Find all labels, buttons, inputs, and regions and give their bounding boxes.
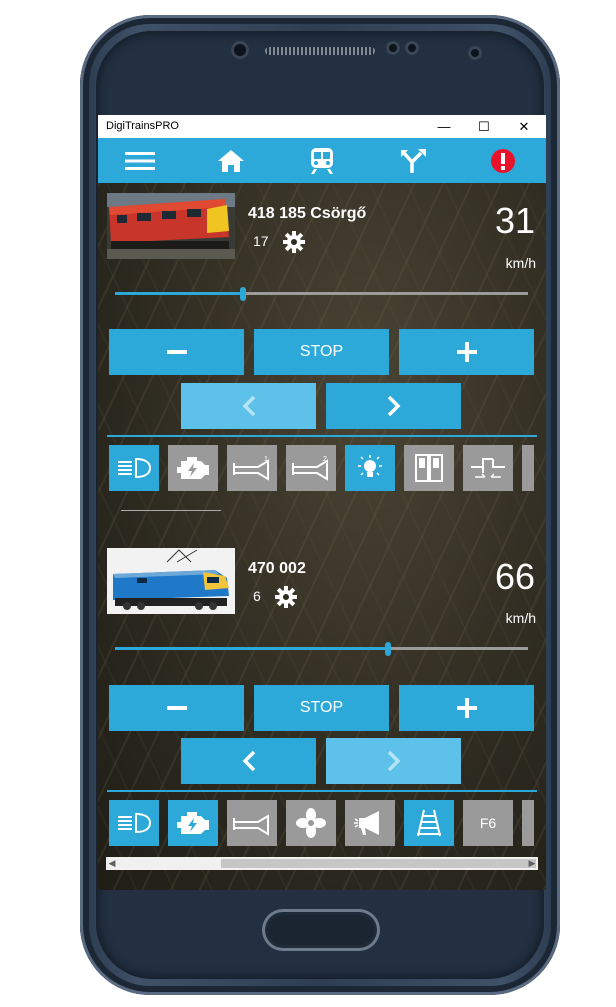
horn-icon[interactable] — [227, 800, 277, 846]
train-icon[interactable] — [304, 144, 340, 178]
horizontal-scrollbar[interactable]: ◀ ▶ — [106, 857, 538, 870]
earpiece — [265, 47, 375, 55]
home-icon[interactable] — [213, 144, 249, 178]
speed-value: 66 — [494, 556, 535, 597]
minimize-button[interactable]: — — [426, 115, 462, 138]
engine-icon[interactable] — [168, 800, 218, 846]
settings-gear-icon[interactable] — [275, 586, 297, 608]
stop-button[interactable]: STOP — [254, 685, 389, 731]
direction-reverse-button[interactable] — [181, 738, 316, 784]
increase-speed-button[interactable] — [399, 685, 534, 731]
speed-slider-thumb[interactable] — [240, 287, 247, 301]
speed-value: 31 — [494, 200, 535, 241]
menu-icon[interactable] — [122, 144, 158, 178]
headlight-icon[interactable] — [109, 800, 159, 846]
loco-address: 6 — [253, 588, 261, 604]
window-titlebar: DigiTrainsPRO — ☐ ✕ — [98, 115, 546, 138]
app-toolbar — [98, 138, 546, 183]
section-divider — [107, 790, 537, 792]
loco-photo[interactable] — [107, 193, 235, 259]
decrease-speed-button[interactable] — [109, 685, 244, 731]
speed-unit: km/h — [505, 255, 536, 271]
loco-name: 418 185 Csörgő — [248, 205, 367, 222]
function-button-partial[interactable] — [522, 800, 534, 846]
speed-unit: km/h — [505, 610, 536, 626]
sensor-icon — [386, 41, 400, 55]
stop-button[interactable]: STOP — [254, 329, 389, 375]
sensor-icon — [405, 41, 419, 55]
section-divider — [107, 435, 537, 437]
settings-gear-icon[interactable] — [283, 231, 305, 253]
window-title: DigiTrainsPRO — [106, 120, 179, 132]
close-button[interactable]: ✕ — [506, 115, 542, 138]
scroll-left-icon[interactable]: ◀ — [106, 857, 118, 870]
loco-photo[interactable] — [107, 548, 235, 614]
coupler-icon[interactable] — [463, 445, 513, 491]
horn-1-icon[interactable]: 1 — [227, 445, 277, 491]
speed-slider-fill — [115, 647, 388, 650]
increase-speed-button[interactable] — [399, 329, 534, 375]
announcement-icon[interactable] — [345, 800, 395, 846]
function-f6-button[interactable]: F6 — [463, 800, 513, 846]
loco-separator — [121, 510, 221, 511]
turnout-icon[interactable] — [396, 144, 432, 178]
fan-icon[interactable] — [286, 800, 336, 846]
direction-forward-button[interactable] — [326, 738, 461, 784]
svg-text:2: 2 — [323, 456, 327, 463]
speed-slider-fill — [115, 292, 244, 295]
scrollbar-thumb[interactable] — [221, 859, 536, 868]
doors-icon[interactable] — [404, 445, 454, 491]
headlight-icon[interactable] — [109, 445, 159, 491]
camera-icon — [231, 41, 249, 59]
loco-list: 418 185 Csörgő 17 31 km/h STOP 1 2 470 0… — [98, 183, 546, 890]
alert-icon[interactable] — [485, 144, 521, 178]
function-button-partial[interactable] — [522, 445, 534, 491]
direction-reverse-button[interactable] — [181, 383, 316, 429]
decrease-speed-button[interactable] — [109, 329, 244, 375]
track-icon[interactable] — [404, 800, 454, 846]
horn-2-icon[interactable]: 2 — [286, 445, 336, 491]
direction-forward-button[interactable] — [326, 383, 461, 429]
svg-text:1: 1 — [264, 456, 268, 463]
engine-icon[interactable] — [168, 445, 218, 491]
loco-name: 470 002 — [248, 560, 306, 577]
scroll-right-icon[interactable]: ▶ — [526, 857, 538, 870]
loco-address: 17 — [253, 233, 269, 249]
home-hardware-button[interactable] — [262, 909, 380, 951]
speed-slider-thumb[interactable] — [384, 642, 391, 656]
front-camera-icon — [468, 46, 482, 60]
maximize-button[interactable]: ☐ — [466, 115, 502, 138]
app-window: DigiTrainsPRO — ☐ ✕ 418 185 Csörgő 17 31… — [98, 115, 546, 890]
light-bulb-icon[interactable] — [345, 445, 395, 491]
